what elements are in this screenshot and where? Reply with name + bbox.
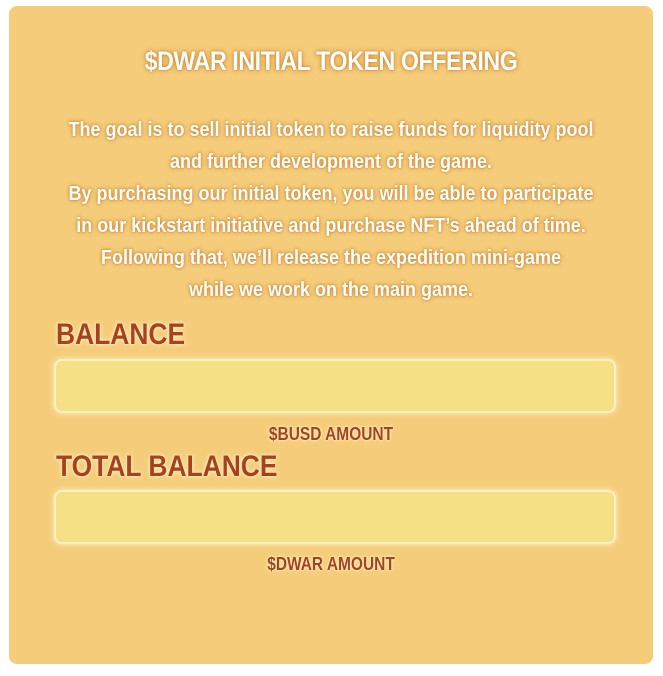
balance-label: BALANCE (56, 318, 186, 351)
description-line: and further development of the game. (169, 151, 493, 173)
description-line: while we work on the main game. (188, 279, 474, 301)
total-balance-input[interactable] (54, 490, 616, 544)
token-offering-card: $DWAR INITIAL TOKEN OFFERING The goal is… (9, 6, 653, 664)
offering-description: The goal is to sell initial token to rai… (29, 114, 633, 306)
description-line: By purchasing our initial token, you wil… (68, 183, 594, 205)
description-line: The goal is to sell initial token to rai… (68, 119, 594, 141)
dwar-amount-caption: $DWAR AMOUNT (267, 554, 395, 574)
page-title: $DWAR INITIAL TOKEN OFFERING (144, 46, 518, 76)
description-line: Following that, we’ll release the expedi… (100, 247, 562, 269)
total-balance-label: TOTAL BALANCE (56, 450, 278, 483)
balance-input[interactable] (54, 359, 616, 413)
description-line: in our kickstart initiative and purchase… (76, 215, 586, 237)
busd-amount-caption: $BUSD AMOUNT (268, 424, 394, 444)
